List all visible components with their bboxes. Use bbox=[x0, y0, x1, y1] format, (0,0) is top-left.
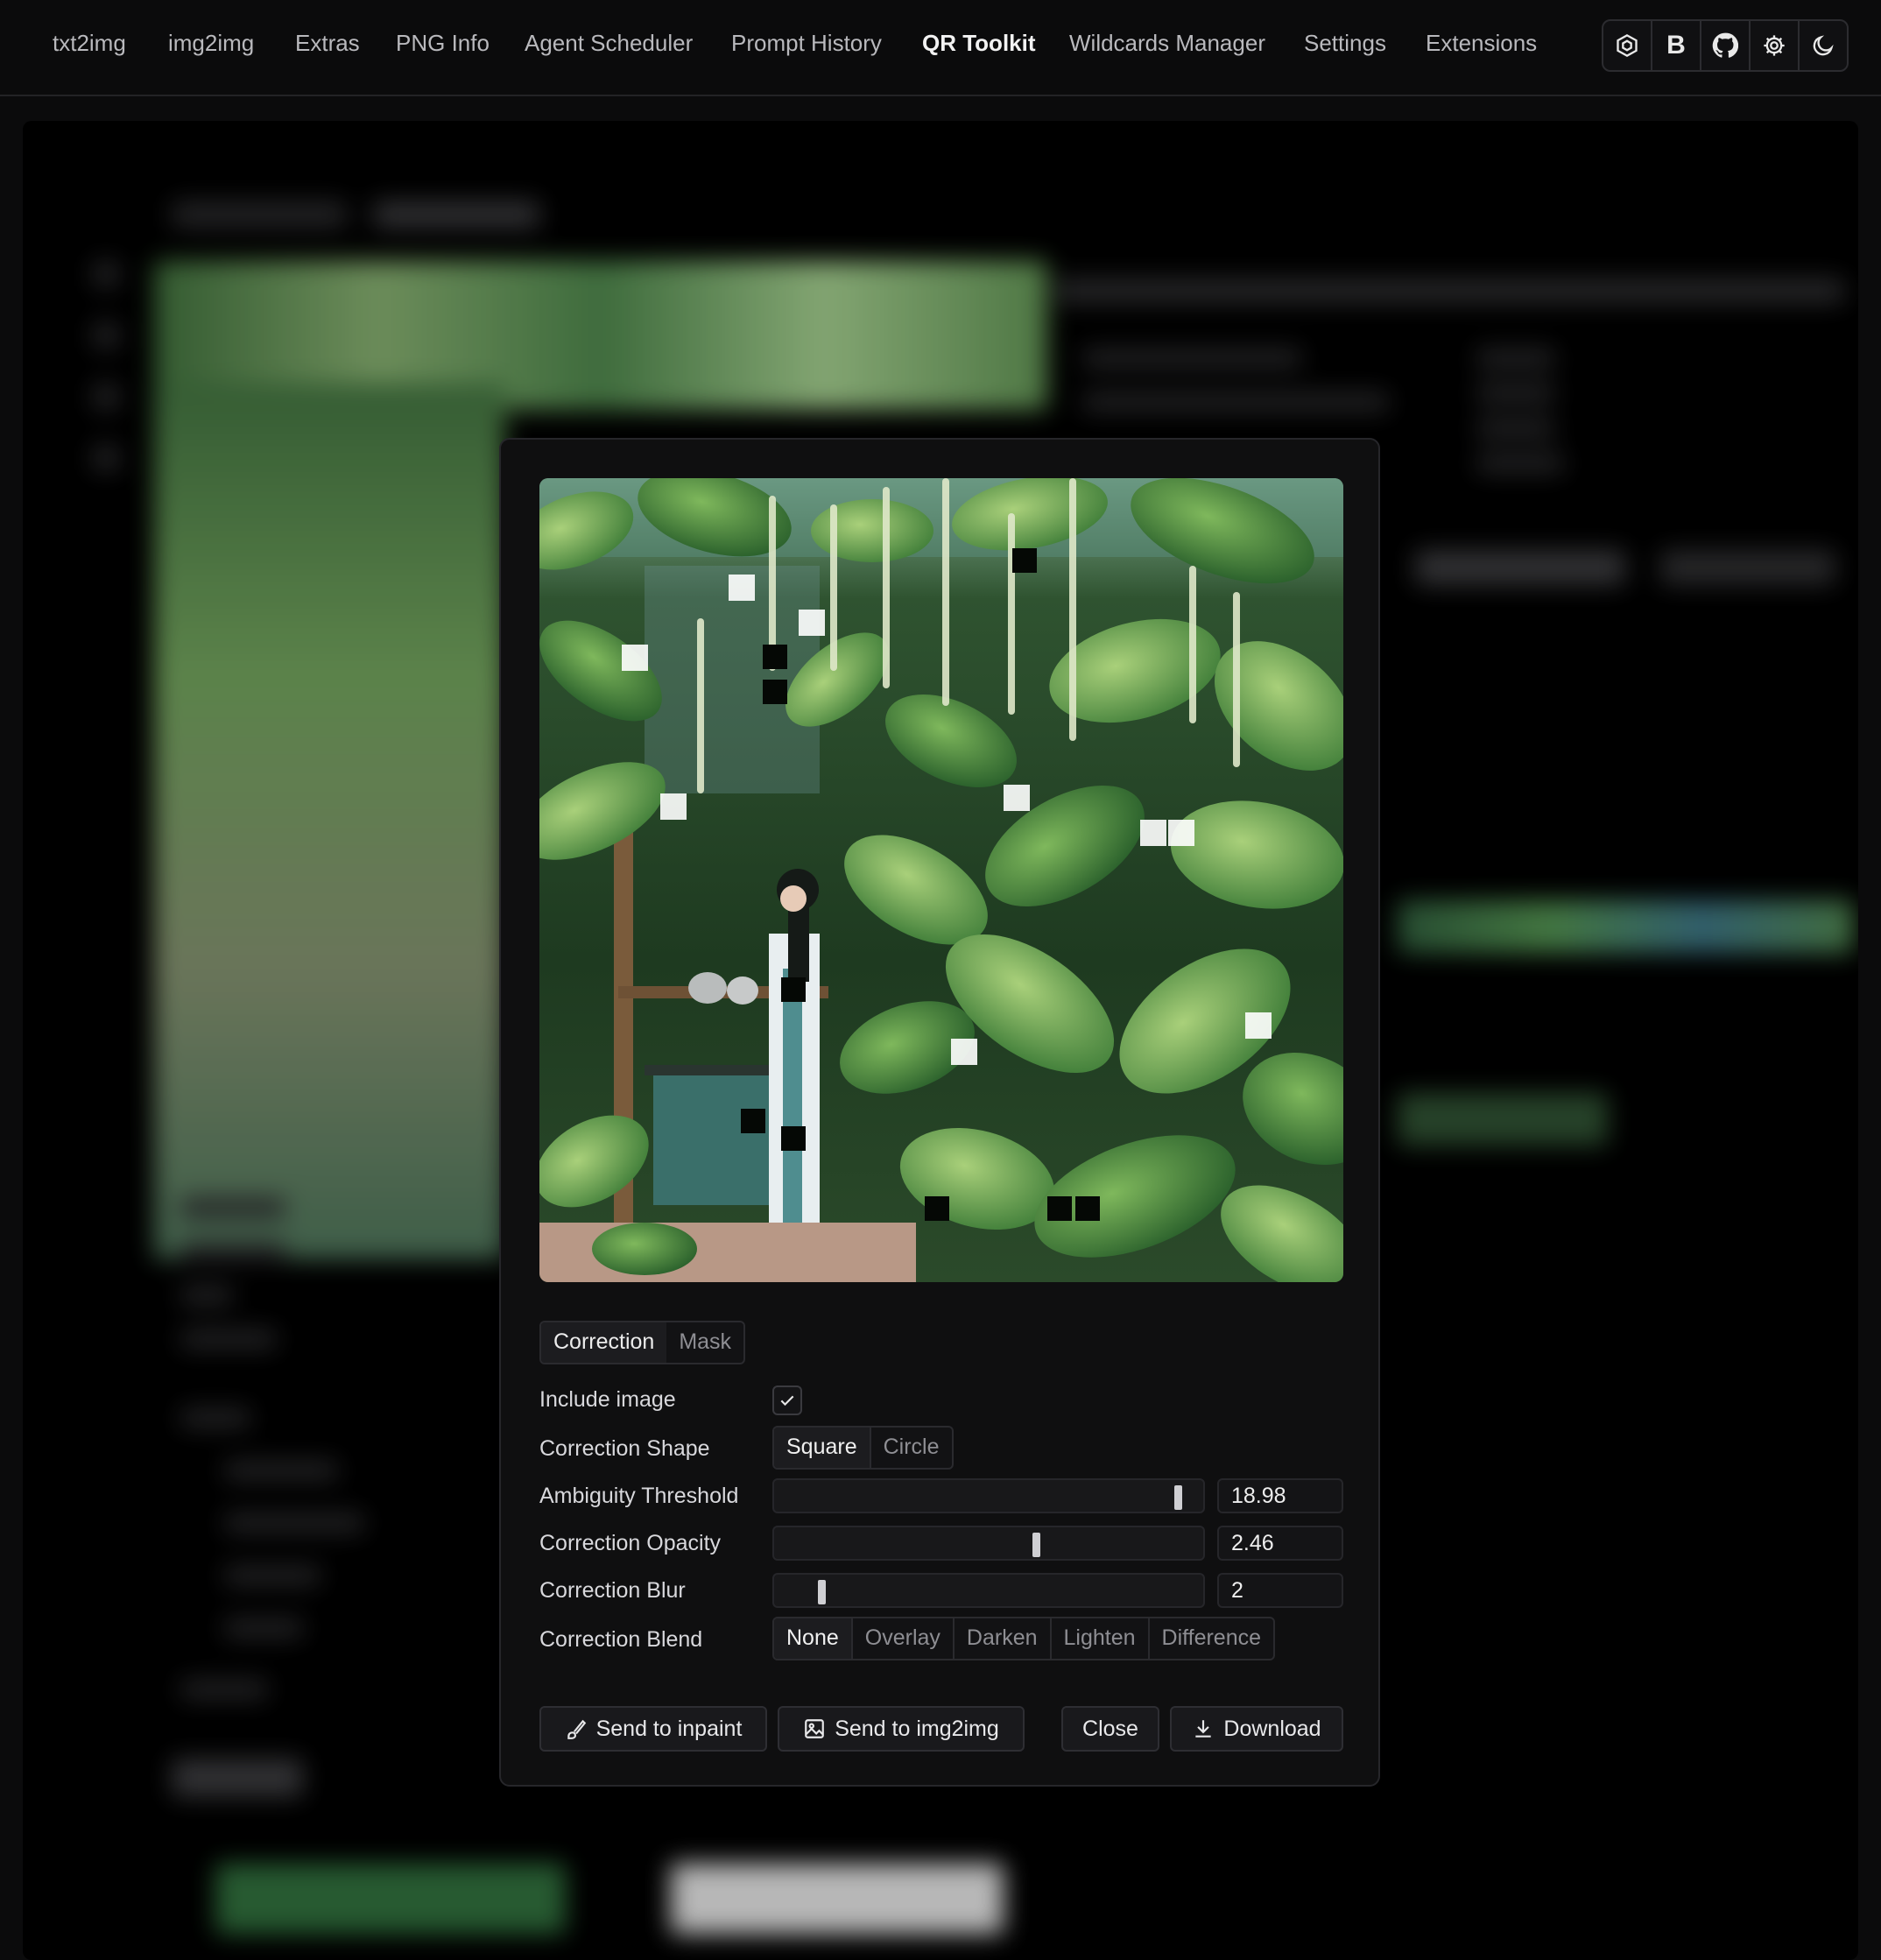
gear-icon[interactable] bbox=[1751, 21, 1800, 70]
tab-wildcards-manager[interactable]: Wildcards Manager bbox=[1069, 30, 1265, 57]
shape-option-circle[interactable]: Circle bbox=[871, 1428, 952, 1468]
slider-thumb[interactable] bbox=[1032, 1533, 1040, 1557]
blend-option-difference[interactable]: Difference bbox=[1150, 1618, 1273, 1659]
blend-option-lighten[interactable]: Lighten bbox=[1052, 1618, 1150, 1659]
correction-blur-input[interactable]: 2 bbox=[1217, 1573, 1343, 1608]
slider-thumb[interactable] bbox=[817, 1580, 826, 1604]
close-button[interactable]: Close bbox=[1061, 1706, 1159, 1752]
tab-img2img[interactable]: img2img bbox=[168, 30, 254, 57]
header-icon-group: B bbox=[1602, 19, 1849, 72]
tab-qr-toolkit[interactable]: QR Toolkit bbox=[922, 30, 1036, 57]
tab-txt2img[interactable]: txt2img bbox=[53, 30, 126, 57]
tab-correction[interactable]: Correction bbox=[541, 1322, 667, 1363]
tab-png-info[interactable]: PNG Info bbox=[396, 30, 490, 57]
correction-opacity-input[interactable]: 2.46 bbox=[1217, 1526, 1343, 1561]
image-icon bbox=[805, 1719, 825, 1738]
correction-opacity-slider[interactable] bbox=[772, 1526, 1205, 1561]
moon-icon[interactable] bbox=[1800, 21, 1847, 70]
correction-blend-selector: None Overlay Darken Lighten Difference bbox=[772, 1617, 1276, 1660]
slider-thumb[interactable] bbox=[1173, 1485, 1182, 1510]
ambiguity-threshold-label: Ambiguity Threshold bbox=[539, 1484, 739, 1508]
brush-icon bbox=[567, 1719, 586, 1739]
ambiguity-threshold-input[interactable]: 18.98 bbox=[1217, 1478, 1343, 1513]
blend-option-darken[interactable]: Darken bbox=[955, 1618, 1052, 1659]
download-icon bbox=[1195, 1720, 1212, 1738]
github-icon[interactable] bbox=[1701, 21, 1751, 70]
tab-prompt-history[interactable]: Prompt History bbox=[731, 30, 882, 57]
correction-shape-selector: Square Circle bbox=[772, 1426, 954, 1470]
tab-extras[interactable]: Extras bbox=[295, 30, 360, 57]
top-navigation: txt2img img2img Extras PNG Info Agent Sc… bbox=[0, 0, 1881, 96]
hexagon-logo-icon[interactable] bbox=[1603, 21, 1652, 70]
send-to-inpaint-button[interactable]: Send to inpaint bbox=[539, 1706, 767, 1752]
include-image-label: Include image bbox=[539, 1387, 676, 1412]
blend-option-none[interactable]: None bbox=[774, 1618, 853, 1659]
qr-preview-image bbox=[539, 478, 1343, 1282]
tab-settings[interactable]: Settings bbox=[1304, 30, 1386, 57]
tab-mask[interactable]: Mask bbox=[666, 1322, 743, 1363]
checkmark-icon bbox=[780, 1395, 794, 1407]
send-to-img2img-label: Send to img2img bbox=[835, 1716, 999, 1741]
correction-opacity-label: Correction Opacity bbox=[539, 1531, 722, 1555]
download-label: Download bbox=[1223, 1716, 1321, 1741]
tab-extensions[interactable]: Extensions bbox=[1426, 30, 1537, 57]
blend-option-overlay[interactable]: Overlay bbox=[853, 1618, 955, 1659]
tab-agent-scheduler[interactable]: Agent Scheduler bbox=[525, 30, 693, 57]
ambiguity-threshold-slider[interactable] bbox=[772, 1478, 1205, 1513]
send-to-img2img-button[interactable]: Send to img2img bbox=[778, 1706, 1025, 1752]
correction-shape-label: Correction Shape bbox=[539, 1436, 710, 1461]
modal-tabs: Correction Mask bbox=[539, 1321, 746, 1364]
shape-option-square[interactable]: Square bbox=[774, 1428, 871, 1468]
correction-blur-slider[interactable] bbox=[772, 1573, 1205, 1608]
close-label: Close bbox=[1082, 1716, 1138, 1741]
send-to-inpaint-label: Send to inpaint bbox=[595, 1716, 743, 1741]
correction-blur-label: Correction Blur bbox=[539, 1578, 686, 1603]
bold-b-icon[interactable]: B bbox=[1652, 21, 1701, 70]
qr-correction-modal: Correction Mask Include image Correction… bbox=[499, 438, 1380, 1787]
correction-blend-label: Correction Blend bbox=[539, 1627, 703, 1652]
download-button[interactable]: Download bbox=[1170, 1706, 1343, 1752]
include-image-checkbox[interactable] bbox=[772, 1385, 802, 1415]
